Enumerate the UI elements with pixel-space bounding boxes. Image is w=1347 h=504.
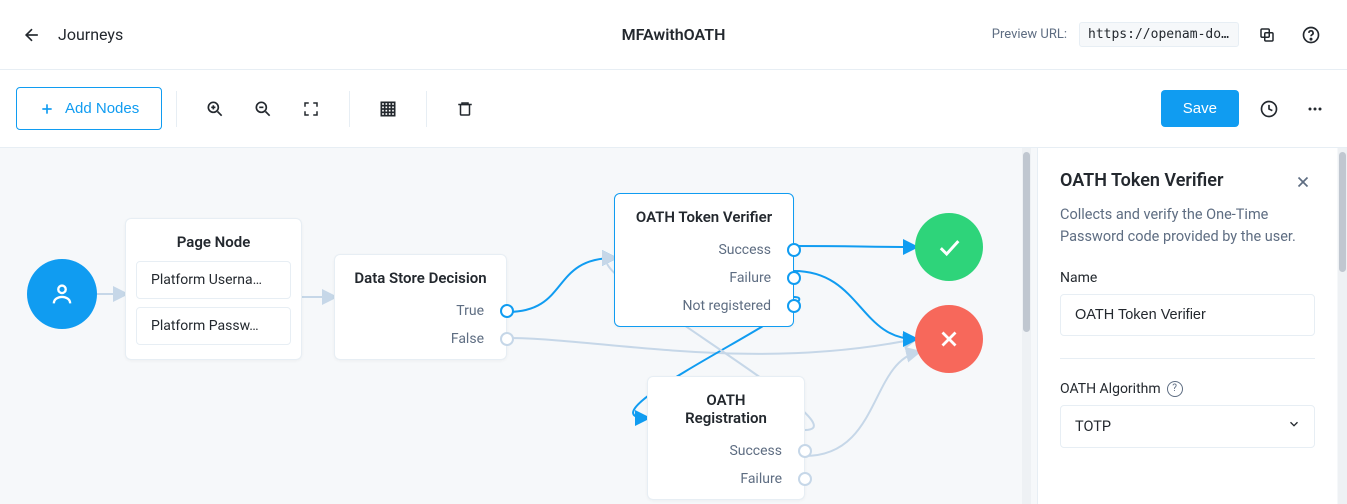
outcome-label: Not registered [683, 298, 772, 314]
output-port[interactable] [787, 271, 801, 285]
outcome-failure: Failure [615, 264, 793, 292]
node-page-node[interactable]: Page Node Platform Userna… Platform Pass… [125, 218, 302, 360]
output-port[interactable] [798, 444, 812, 458]
node-oath-token-verifier[interactable]: OATH Token Verifier Success Failure Not … [614, 193, 794, 327]
name-input[interactable] [1060, 294, 1315, 336]
algorithm-value: TOTP [1075, 418, 1111, 435]
separator [176, 91, 177, 127]
history-icon[interactable] [1253, 93, 1285, 125]
trash-icon[interactable] [441, 85, 489, 133]
outcome-label: False [451, 331, 484, 347]
scrollbar[interactable] [1022, 148, 1031, 504]
outcome-label: Success [718, 242, 771, 258]
outcome-not-registered: Not registered [615, 292, 793, 320]
subnode-label: Platform Userna… [151, 272, 262, 288]
toolbar: Add Nodes Save [0, 70, 1347, 148]
outcome-false: False [335, 325, 506, 353]
scrollbar[interactable] [1338, 148, 1347, 504]
output-port[interactable] [500, 304, 514, 318]
close-icon[interactable] [1291, 170, 1315, 194]
name-label: Name [1060, 270, 1315, 286]
node-title: Data Store Decision [335, 255, 506, 297]
node-oath-registration[interactable]: OATH Registration Success Failure [647, 376, 805, 500]
panel-title: OATH Token Verifier [1060, 170, 1223, 191]
back-arrow-icon[interactable] [20, 23, 44, 47]
algorithm-select[interactable]: TOTP [1060, 405, 1315, 448]
save-button[interactable]: Save [1161, 90, 1239, 127]
subnode-label: Platform Passw… [151, 318, 259, 334]
breadcrumb[interactable]: Journeys [58, 25, 123, 44]
subnode-platform-username[interactable]: Platform Userna… [136, 261, 291, 299]
help-icon[interactable] [1295, 19, 1327, 51]
preview-url-value[interactable]: https://openam-docs… [1079, 22, 1239, 47]
output-port[interactable] [798, 472, 812, 486]
grid-icon[interactable] [364, 85, 412, 133]
scrollbar-thumb[interactable] [1023, 152, 1030, 332]
page-title: MFAwithOATH [622, 25, 726, 44]
add-nodes-label: Add Nodes [65, 100, 139, 117]
fullscreen-icon[interactable] [287, 85, 335, 133]
subnode-platform-password[interactable]: Platform Passw… [136, 307, 291, 345]
separator [1060, 358, 1315, 359]
node-title: OATH Registration [648, 377, 804, 437]
outcome-success: Success [648, 437, 804, 465]
separator [426, 91, 427, 127]
node-title: Page Node [126, 219, 301, 261]
outcome-failure: Failure [648, 465, 804, 493]
outcome-label: Failure [729, 270, 771, 286]
side-panel: OATH Token Verifier Collects and verify … [1037, 148, 1337, 504]
header-right: Preview URL: https://openam-docs… [992, 19, 1327, 51]
zoom-out-icon[interactable] [239, 85, 287, 133]
zoom-in-icon[interactable] [191, 85, 239, 133]
outcome-label: True [456, 303, 484, 319]
panel-description: Collects and verify the One-Time Passwor… [1060, 204, 1315, 248]
output-port[interactable] [500, 332, 514, 346]
outcome-success: Success [615, 236, 793, 264]
outcome-label: Success [729, 443, 782, 459]
outcome-true: True [335, 297, 506, 325]
add-nodes-button[interactable]: Add Nodes [16, 87, 162, 130]
outcome-label: Failure [740, 471, 782, 487]
separator [349, 91, 350, 127]
help-icon[interactable]: ? [1167, 381, 1183, 397]
algorithm-label-text: OATH Algorithm [1060, 381, 1161, 397]
copy-icon[interactable] [1251, 19, 1283, 51]
scrollbar-thumb[interactable] [1339, 152, 1346, 272]
more-icon[interactable] [1299, 93, 1331, 125]
header: Journeys MFAwithOATH Preview URL: https:… [0, 0, 1347, 70]
start-node[interactable] [27, 259, 97, 329]
preview-url-label: Preview URL: [992, 27, 1067, 42]
end-node-failure[interactable] [915, 305, 983, 373]
output-port[interactable] [787, 243, 801, 257]
output-port[interactable] [787, 299, 801, 313]
node-data-store-decision[interactable]: Data Store Decision True False [334, 254, 507, 360]
node-title: OATH Token Verifier [615, 194, 793, 236]
end-node-success[interactable] [915, 213, 983, 281]
algorithm-label: OATH Algorithm ? [1060, 381, 1315, 397]
